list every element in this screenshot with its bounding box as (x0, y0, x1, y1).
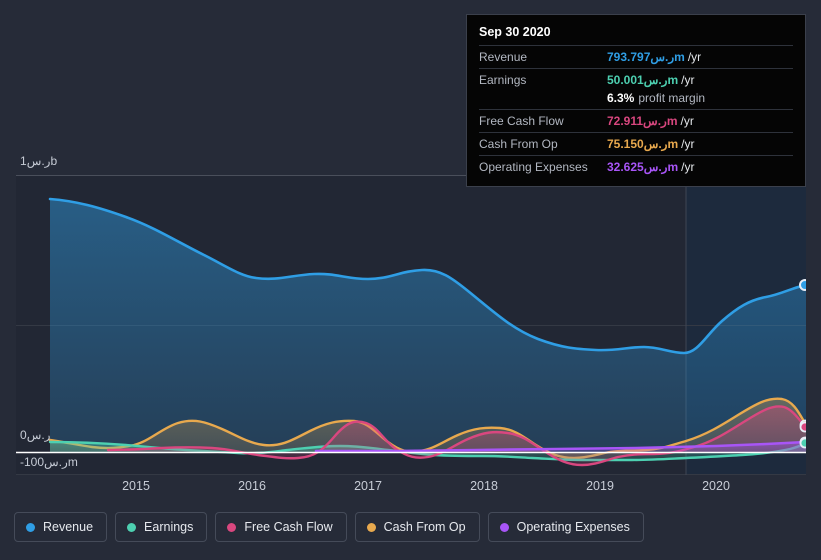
tooltip-metric-value: 75.150ر.سm (607, 137, 679, 151)
financial-chart-widget: 1ر.سb 0ر.س -100ر.سm 2015 2016 2017 2018 2019… (0, 0, 821, 560)
endpoint-marker-free-cash-flow (799, 421, 806, 433)
chart-plot-area[interactable] (16, 175, 806, 475)
tooltip-rows: Revenue 793.797ر.سm/yr Earnings 50.001ر.سm /… (479, 45, 793, 178)
tooltip-metric-unit: /yr (681, 73, 695, 87)
legend-item-cash-from-op[interactable]: Cash From Op (354, 512, 480, 542)
legend-item-label: Cash From Op (383, 520, 466, 534)
chart-legend[interactable]: Revenue Earnings Free Cash Flow Cash From O… (14, 512, 644, 542)
tooltip-profit-margin-text: profit margin (638, 91, 706, 105)
legend-item-operating-expenses[interactable]: Operating Expenses (487, 512, 644, 542)
legend-color-dot-icon (499, 522, 509, 532)
legend-item-label: Operating Expenses (516, 520, 630, 534)
legend-color-dot-icon (366, 522, 376, 532)
tooltip-metric-unit: /yr (681, 160, 695, 174)
tooltip-metric-value-group: 75.150ر.سm/yr (607, 137, 695, 152)
endpoint-marker-earnings (799, 437, 806, 449)
tooltip-metric-label: Free Cash Flow (479, 114, 564, 128)
endpoint-marker-revenue (799, 279, 806, 291)
tooltip-metric-unit: /yr (681, 137, 695, 151)
y-axis-label-top: 1ر.سb (20, 154, 58, 168)
legend-item-label: Free Cash Flow (244, 520, 333, 534)
legend-item-label: Earnings (144, 520, 194, 534)
tooltip-metric-label: Cash From Op (479, 137, 558, 151)
tooltip-metric-value-group: 72.911ر.سm/yr (607, 114, 694, 129)
tooltip-row: Free Cash Flow 72.911ر.سm/yr (479, 109, 793, 132)
legend-item-label: Revenue (43, 520, 94, 534)
tooltip-row: Earnings 50.001ر.سm/yr (479, 68, 793, 91)
legend-color-dot-icon (127, 522, 137, 532)
legend-item-earnings[interactable]: Earnings (115, 512, 208, 542)
tooltip-metric-label: Revenue (479, 50, 528, 64)
tooltip-metric-value-group: 32.625ر.سm/yr (607, 160, 695, 175)
tooltip-metric-value-group: 793.797ر.سm/yr (607, 50, 701, 65)
tooltip-profit-margin-value: 6.3% (607, 91, 635, 105)
x-axis-tick-2017: 2017 (354, 479, 382, 493)
tooltip-metric-label: Operating Expenses (479, 160, 588, 174)
chart-tooltip: Sep 30 2020 Revenue 793.797ر.سm/yr Earning… (466, 14, 806, 187)
tooltip-metric-label: Earnings (479, 73, 527, 87)
legend-item-revenue[interactable]: Revenue (14, 512, 108, 542)
chart-svg (16, 175, 806, 475)
tooltip-metric-unit: /yr (680, 114, 694, 128)
tooltip-profit-margin-group: 6.3% profit margin (607, 91, 705, 106)
y-axis-label-zero: 0ر.س (20, 428, 51, 442)
tooltip-metric-value-group: 50.001ر.سm/yr (607, 73, 695, 88)
x-axis-tick-2020: 2020 (702, 479, 730, 493)
legend-color-dot-icon (26, 522, 35, 532)
x-axis-tick-2016: 2016 (238, 479, 266, 493)
x-axis: 2015 2016 2017 2018 2019 2020 (16, 479, 806, 501)
tooltip-metric-value: 50.001ر.سm (607, 73, 679, 87)
tooltip-metric-value: 793.797ر.سm (607, 50, 685, 64)
tooltip-profit-margin-row: 6.3% profit margin (479, 91, 793, 109)
tooltip-row: Revenue 793.797ر.سm/yr (479, 45, 793, 68)
legend-item-free-cash-flow[interactable]: Free Cash Flow (215, 512, 347, 542)
y-axis-label-negative: -100ر.سm (20, 455, 78, 469)
tooltip-metric-unit: /yr (687, 50, 702, 64)
tooltip-date: Sep 30 2020 (479, 25, 551, 39)
legend-color-dot-icon (227, 522, 237, 532)
tooltip-row: Operating Expenses 32.625ر.سm/yr (479, 155, 793, 178)
tooltip-row: Cash From Op 75.150ر.سm/yr (479, 132, 793, 155)
x-axis-tick-2015: 2015 (122, 479, 150, 493)
tooltip-metric-value: 72.911ر.سm (607, 114, 678, 128)
x-axis-tick-2018: 2018 (470, 479, 498, 493)
tooltip-metric-value: 32.625ر.سm (607, 160, 679, 174)
x-axis-tick-2019: 2019 (586, 479, 614, 493)
